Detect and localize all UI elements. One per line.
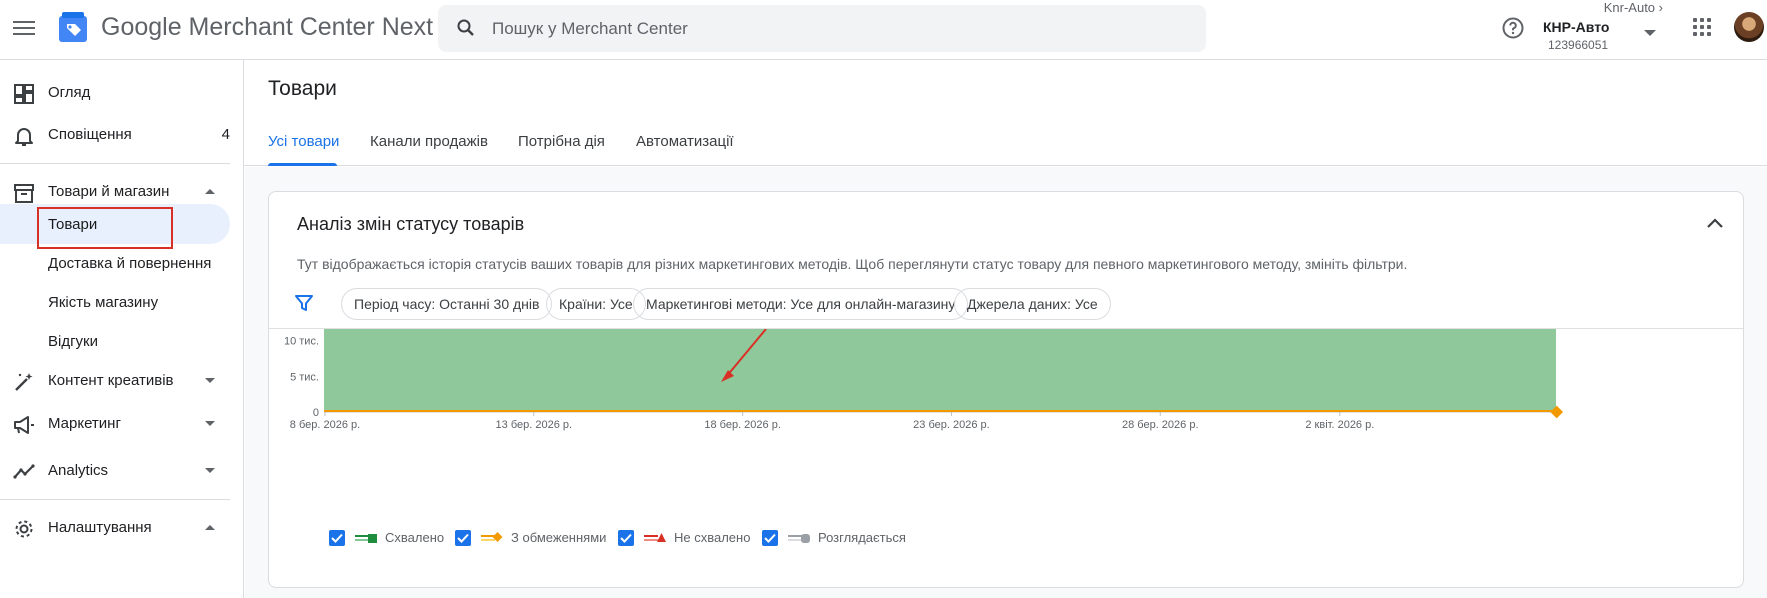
x-tick-label: 23 бер. 2026 р. xyxy=(913,419,990,431)
x-tick-label: 18 бер. 2026 р. xyxy=(704,419,781,431)
main-menu-icon[interactable] xyxy=(13,17,35,39)
tab-all-products[interactable]: Усі товари xyxy=(268,133,339,150)
sidebar-item-label: Analytics xyxy=(48,462,109,479)
account-switcher[interactable]: Knr-Auto › КНР-Авто 123966051 xyxy=(1543,0,1663,58)
legend-label: З обмеженнями xyxy=(511,530,607,545)
account-id: 123966051 xyxy=(1548,38,1609,52)
card-title: Аналіз змін статусу товарів xyxy=(297,214,525,234)
account-name: КНР-Авто xyxy=(1543,19,1610,35)
legend-label: Розглядається xyxy=(818,530,906,545)
top-bar: Google Merchant Center Next Пошук у Merc… xyxy=(0,0,1767,60)
chevron-down-icon xyxy=(205,468,215,473)
legend-label: Не схвалено xyxy=(674,530,751,545)
filter-chip-data-sources[interactable]: Джерела даних: Усе xyxy=(954,288,1111,320)
y-tick-label: 5 тис. xyxy=(290,371,319,383)
search-icon xyxy=(457,19,474,36)
legend-diamond-swatch-icon xyxy=(481,532,503,542)
divider xyxy=(0,163,230,164)
sidebar-item-overview[interactable]: Огляд xyxy=(0,73,230,113)
page-title: Товари xyxy=(268,77,337,100)
series-area-approved xyxy=(324,329,1556,412)
y-tick-label: 10 тис. xyxy=(284,336,319,348)
avatar[interactable] xyxy=(1734,12,1764,42)
merchant-center-logo-icon xyxy=(59,12,87,42)
sidebar-item-label: Маркетинг xyxy=(48,415,121,432)
legend-label: Схвалено xyxy=(385,530,445,545)
legend-square-swatch-icon xyxy=(355,534,377,543)
sidebar-item-reviews[interactable]: Відгуки xyxy=(0,321,230,361)
store-icon xyxy=(14,184,34,203)
search-input[interactable]: Пошук у Merchant Center xyxy=(492,19,688,39)
sidebar-item-products[interactable]: Товари xyxy=(0,204,230,249)
status-area-chart: 05 тис.10 тис.15 тис.8 бер. 2026 р.13 бе… xyxy=(284,329,1564,431)
sidebar-item-label: Доставка й повернення xyxy=(48,255,212,272)
product-name[interactable]: Google Merchant Center Next xyxy=(101,13,433,42)
tab-automations[interactable]: Автоматизації xyxy=(636,133,734,150)
sidebar-item-label: Товари й магазин xyxy=(48,183,170,200)
chevron-up-icon[interactable] xyxy=(1705,214,1725,234)
filter-chip-time-period[interactable]: Період часу: Останні 30 днів xyxy=(341,288,553,320)
checkbox-checked-icon[interactable] xyxy=(329,530,345,546)
chevron-up-icon xyxy=(205,189,215,194)
checkbox-checked-icon[interactable] xyxy=(455,530,471,546)
status-analysis-card: Аналіз змін статусу товарів Тут відображ… xyxy=(268,191,1744,588)
sidebar-item-label: Налаштування xyxy=(48,519,152,536)
apps-grid-icon[interactable] xyxy=(1693,18,1711,36)
sidebar-item-store-quality[interactable]: Якість магазину xyxy=(0,282,230,322)
x-tick-label: 13 бер. 2026 р. xyxy=(496,419,573,431)
sidebar-item-settings[interactable]: Налаштування xyxy=(0,508,230,548)
chevron-down-icon xyxy=(205,421,215,426)
help-icon[interactable] xyxy=(1501,16,1525,40)
sidebar-item-analytics[interactable]: Analytics xyxy=(0,451,230,491)
card-description: Тут відображається історія статусів ваши… xyxy=(297,256,1408,272)
magic-wand-icon xyxy=(15,373,33,391)
trending-icon xyxy=(13,464,35,479)
tab-action-needed[interactable]: Потрібна дія xyxy=(518,133,605,150)
x-tick-label: 28 бер. 2026 р. xyxy=(1122,419,1199,431)
checkbox-checked-icon[interactable] xyxy=(762,530,778,546)
x-tick-label: 8 бер. 2026 р. xyxy=(290,419,360,431)
filter-chip-countries[interactable]: Країни: Усе xyxy=(546,288,646,320)
sidebar: Огляд Сповіщення 4 Товари й магазин Това… xyxy=(0,60,244,598)
megaphone-icon xyxy=(14,416,34,434)
divider xyxy=(0,499,230,500)
sidebar-item-label: Якість магазину xyxy=(48,294,159,311)
bell-icon xyxy=(15,128,33,146)
filter-chip-marketing-methods[interactable]: Маркетингові методи: Усе для онлайн-мага… xyxy=(633,288,969,320)
tab-sales-channels[interactable]: Канали продажів xyxy=(370,133,488,150)
active-tab-indicator xyxy=(268,163,337,166)
notifications-count-badge: 4 xyxy=(221,126,230,143)
sidebar-item-label: Контент креативів xyxy=(48,372,174,389)
sidebar-item-label: Відгуки xyxy=(48,333,99,350)
gear-icon xyxy=(15,520,33,538)
chevron-up-icon xyxy=(205,525,215,530)
x-tick-label: 2 квіт. 2026 р. xyxy=(1305,419,1374,431)
y-tick-label: 0 xyxy=(313,407,319,419)
chevron-down-icon[interactable] xyxy=(1644,30,1656,36)
search-bar[interactable]: Пошук у Merchant Center xyxy=(438,5,1206,52)
sidebar-item-creative-content[interactable]: Контент креативів xyxy=(0,361,230,401)
dashboard-icon xyxy=(14,84,34,104)
legend-triangle-swatch-icon xyxy=(644,533,666,542)
sidebar-item-shipping-returns[interactable]: Доставка й повернення xyxy=(0,243,230,283)
legend-rounded-swatch-icon xyxy=(788,534,810,543)
account-link[interactable]: Knr-Auto › xyxy=(1604,0,1663,15)
filter-icon[interactable] xyxy=(295,294,313,312)
sidebar-item-notifications[interactable]: Сповіщення 4 xyxy=(0,115,230,155)
chevron-down-icon xyxy=(205,378,215,383)
tab-bar: Усі товари Канали продажів Потрібна дія … xyxy=(244,118,1767,166)
sidebar-item-label: Огляд xyxy=(48,84,91,101)
checkbox-checked-icon[interactable] xyxy=(618,530,634,546)
sidebar-item-marketing[interactable]: Маркетинг xyxy=(0,404,230,444)
sidebar-item-label: Сповіщення xyxy=(48,126,132,143)
